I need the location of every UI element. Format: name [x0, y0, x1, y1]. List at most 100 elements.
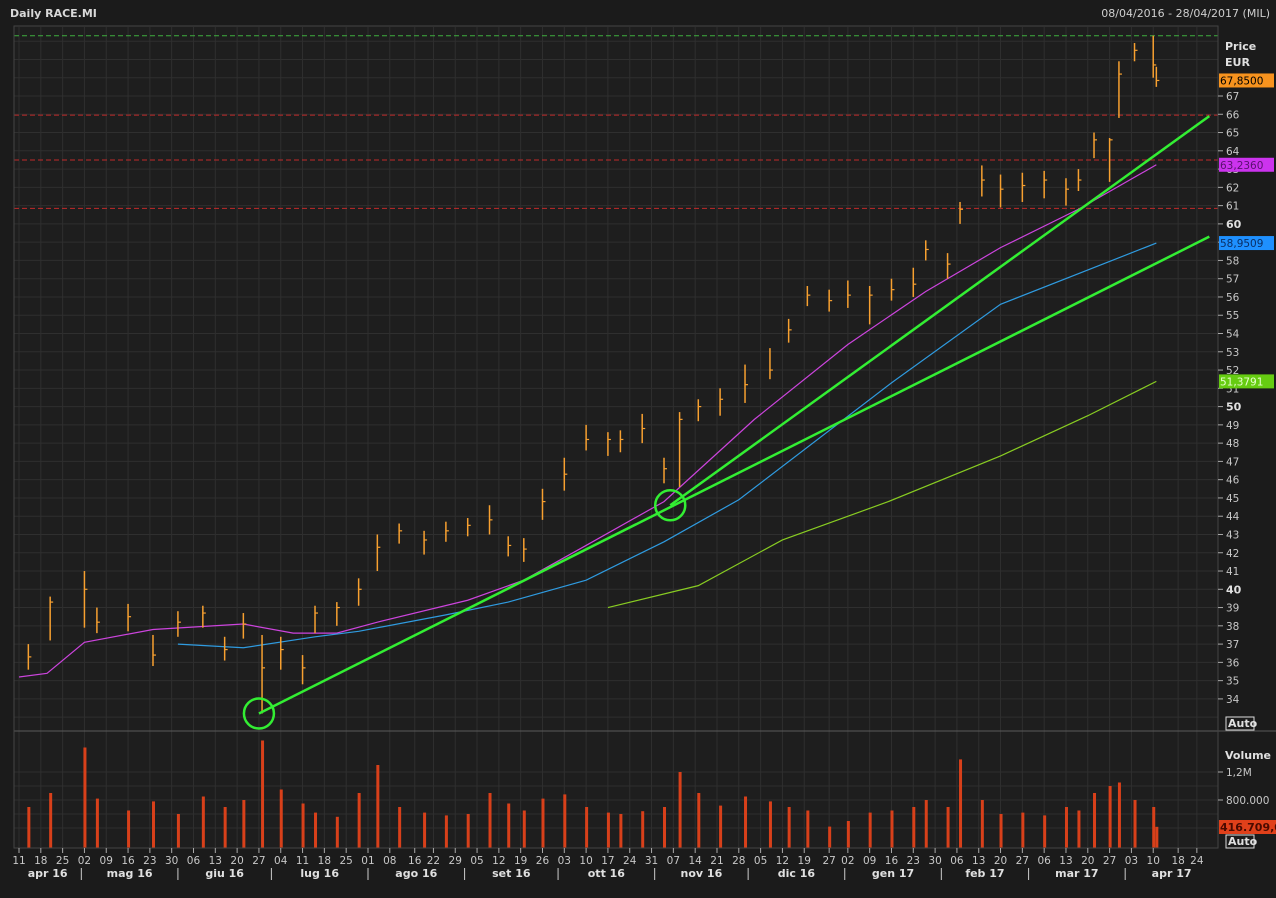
x-tick-label: 14 [688, 855, 702, 867]
volume-bar [466, 814, 470, 848]
x-tick-label: 04 [274, 855, 288, 867]
volume-bar [541, 798, 545, 848]
volume-bar [1155, 826, 1159, 848]
x-tick-label: 09 [100, 855, 113, 867]
volume-bar [890, 810, 894, 848]
y-tick-label: 49 [1226, 420, 1239, 432]
x-tick-label: 11 [296, 855, 309, 867]
volume-bar [999, 814, 1003, 848]
month-label: lug 16 [300, 867, 339, 880]
y-tick-label: 41 [1226, 566, 1239, 578]
month-label: mag 16 [107, 867, 153, 880]
price-axis[interactable]: 3435363738394041424344454647484950515253… [1218, 91, 1242, 706]
month-label: nov 16 [681, 867, 723, 880]
y-tick-label: 46 [1226, 475, 1240, 487]
x-tick-label: 03 [1125, 855, 1138, 867]
y-tick-label: 50 [1226, 401, 1242, 414]
plot-background [14, 26, 1218, 848]
last-value-label: 51,3791 [1220, 376, 1263, 388]
x-tick-label: 24 [1190, 855, 1204, 867]
x-tick-label: 16 [885, 855, 899, 867]
month-label: ago 16 [395, 867, 437, 880]
y-tick-label: 45 [1226, 493, 1239, 505]
x-tick-label: 10 [1147, 855, 1160, 867]
volume-bar [1152, 807, 1156, 848]
x-tick-label: 13 [1059, 855, 1072, 867]
last-value-label: 67,8500 [1220, 75, 1263, 87]
x-tick-label: 20 [1081, 855, 1094, 867]
x-tick-label: 01 [361, 855, 374, 867]
price-chart[interactable]: 3435363738394041424344454647484950515253… [0, 0, 1276, 898]
x-tick-label: 11 [12, 855, 25, 867]
volume-bar [1108, 786, 1112, 848]
y-tick-label: 36 [1226, 657, 1240, 669]
volume-bar [398, 807, 402, 848]
volume-axis-title: Volume [1225, 749, 1271, 762]
volume-bar [151, 801, 155, 848]
x-tick-label: 23 [907, 855, 920, 867]
x-tick-label: 17 [601, 855, 614, 867]
volume-bar [27, 807, 31, 848]
y-tick-label: 57 [1226, 274, 1239, 286]
x-tick-label: 06 [1037, 855, 1051, 867]
x-tick-label: 10 [579, 855, 592, 867]
volume-bar [946, 807, 950, 848]
volume-bar [980, 800, 984, 848]
x-tick-label: 21 [710, 855, 723, 867]
volume-last-label: 416.709,0 [1220, 821, 1276, 834]
last-value-label: 63,2360 [1220, 160, 1263, 172]
volume-bar [606, 812, 610, 848]
month-label: giu 16 [205, 867, 244, 880]
y-tick-label: 61 [1226, 201, 1239, 213]
y-tick-label: 67 [1226, 91, 1239, 103]
x-tick-label: 25 [56, 855, 69, 867]
x-tick-label: 03 [558, 855, 571, 867]
y-tick-label: 48 [1226, 438, 1239, 450]
x-tick-label: 22 [427, 855, 440, 867]
x-tick-label: 29 [449, 855, 462, 867]
volume-tick-label: 800.000 [1226, 795, 1269, 807]
volume-bar [828, 826, 832, 848]
x-tick-label: 30 [165, 855, 178, 867]
month-label: feb 17 [965, 867, 1004, 880]
volume-bar [522, 810, 526, 848]
month-label: mar 17 [1055, 867, 1098, 880]
y-tick-label: 58 [1226, 255, 1239, 267]
volume-bar [176, 814, 180, 848]
x-tick-label: 16 [408, 855, 422, 867]
month-label: dic 16 [778, 867, 816, 880]
volume-bar [959, 759, 963, 848]
volume-bar [744, 796, 748, 848]
month-label: ott 16 [588, 867, 626, 880]
volume-bar [444, 815, 448, 848]
x-tick-label: 18 [34, 855, 47, 867]
volume-bar [806, 810, 810, 848]
volume-bar [641, 811, 645, 848]
volume-tick-label: 1,2M [1226, 767, 1252, 779]
volume-bar [1021, 812, 1025, 848]
volume-bar [83, 747, 87, 848]
x-tick-label: 13 [972, 855, 985, 867]
volume-bar [563, 794, 567, 848]
price-axis-unit: EUR [1225, 56, 1250, 69]
volume-bar [223, 807, 227, 848]
y-tick-label: 54 [1226, 329, 1240, 341]
volume-auto-label: Auto [1228, 835, 1258, 848]
x-tick-label: 18 [1171, 855, 1184, 867]
y-tick-label: 37 [1226, 639, 1239, 651]
x-tick-label: 26 [536, 855, 550, 867]
date-axis[interactable]: 11 18 25 02 09 16 23 30 06 13 20 27 04 11 18 25 01 08 16 22… [12, 848, 1204, 880]
price-auto-label: Auto [1228, 717, 1258, 730]
volume-bar [585, 807, 589, 848]
volume-bar [912, 807, 916, 848]
month-label: gen 17 [872, 867, 914, 880]
volume-bar [335, 816, 339, 848]
volume-bar [1117, 782, 1121, 848]
x-tick-label: 27 [1016, 855, 1029, 867]
y-tick-label: 39 [1226, 603, 1239, 615]
volume-bar [1043, 815, 1047, 848]
volume-bar [49, 793, 53, 848]
volume-bar [697, 793, 701, 848]
x-tick-label: 16 [121, 855, 135, 867]
x-tick-label: 25 [339, 855, 352, 867]
